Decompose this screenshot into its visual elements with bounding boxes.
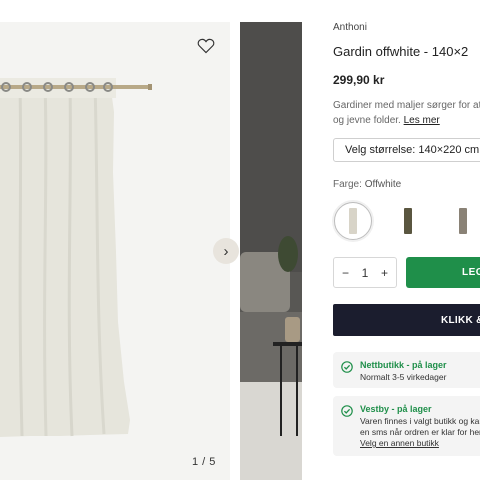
curtain-image: [0, 22, 230, 480]
check-circle-icon: [341, 405, 353, 417]
room-image[interactable]: [240, 22, 302, 480]
description-text: og jevne folder.: [333, 115, 401, 126]
increase-quantity-button[interactable]: +: [381, 266, 388, 280]
swatch-grey[interactable]: [444, 202, 480, 240]
description-line-2: og jevne folder. Les mer: [333, 113, 480, 128]
online-stock-box: Nettbutikk - på lager Normalt 3-5 virked…: [333, 352, 480, 388]
read-more-link[interactable]: Les mer: [404, 115, 440, 126]
click-and-collect-button[interactable]: KLIKK & H: [333, 304, 480, 336]
room-photo: [240, 22, 302, 480]
chevron-right-icon: ›: [223, 242, 229, 260]
check-circle-icon: [341, 361, 353, 373]
quantity-value[interactable]: 1: [362, 266, 369, 280]
product-description: Gardiner med maljer sørger for at g og j…: [333, 98, 480, 128]
store-stock-title: Vestby - på lager: [360, 404, 432, 414]
image-counter: 1 / 5: [192, 456, 216, 468]
color-label: Farge: Offwhite: [333, 179, 401, 190]
description-line-1: Gardiner med maljer sørger for at g: [333, 100, 480, 111]
size-select[interactable]: Velg størrelse: 140×220 cm: [333, 138, 480, 162]
heart-icon[interactable]: [197, 38, 215, 54]
product-image[interactable]: [0, 22, 230, 480]
swatch-olive-image: [404, 208, 412, 234]
product-price: 299,90 kr: [333, 73, 385, 87]
choose-other-store-link[interactable]: Velg en annen butikk: [360, 438, 439, 448]
color-value: Offwhite: [364, 179, 402, 190]
decrease-quantity-button[interactable]: −: [342, 266, 349, 280]
swatch-grey-image: [459, 208, 467, 234]
color-label-text: Farge:: [333, 179, 362, 190]
quantity-stepper[interactable]: − 1 +: [333, 257, 397, 288]
brand-name[interactable]: Anthoni: [333, 22, 367, 33]
next-image-button[interactable]: ›: [213, 238, 239, 264]
swatch-olive[interactable]: [389, 202, 427, 240]
online-stock-title: Nettbutikk - på lager: [360, 360, 447, 370]
product-title: Gardin offwhite - 140×2: [333, 44, 469, 59]
online-stock-text: Normalt 3-5 virkedager: [360, 372, 447, 382]
store-stock-link-row: Velg en annen butikk: [360, 438, 439, 449]
store-stock-box: Vestby - på lager Varen finnes i valgt b…: [333, 396, 480, 456]
swatch-offwhite[interactable]: [334, 202, 372, 240]
store-stock-text-2: en sms når ordren er klar for hen: [360, 427, 480, 437]
store-stock-text-1: Varen finnes i valgt butikk og kan: [360, 416, 480, 426]
swatch-offwhite-image: [349, 208, 357, 234]
add-to-cart-button[interactable]: LEG: [406, 257, 480, 288]
